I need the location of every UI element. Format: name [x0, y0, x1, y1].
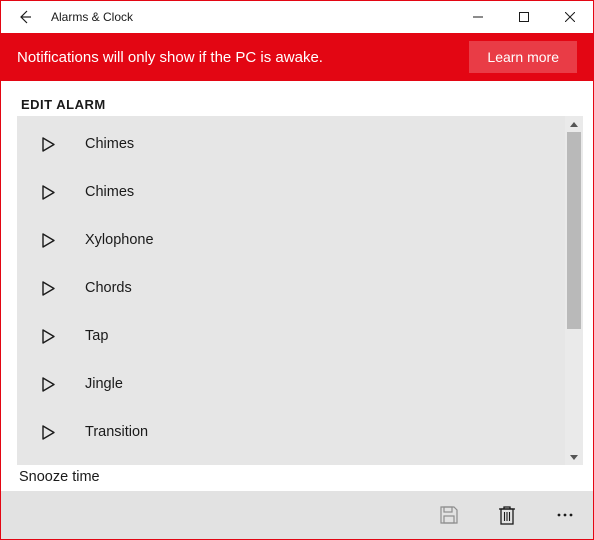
scroll-up-button[interactable]: [565, 116, 583, 132]
save-icon: [439, 505, 459, 525]
back-arrow-icon: [17, 9, 33, 25]
app-window: Alarms & Clock Notifications will only s…: [0, 0, 594, 540]
play-icon[interactable]: [39, 281, 57, 296]
chevron-down-icon: [570, 455, 578, 460]
sound-item-label: Jingle: [85, 376, 123, 392]
chevron-up-icon: [570, 122, 578, 127]
maximize-button[interactable]: [501, 1, 547, 33]
sound-item[interactable]: Chords: [17, 264, 565, 312]
scrollbar[interactable]: [565, 116, 583, 465]
back-button[interactable]: [1, 1, 49, 33]
app-title: Alarms & Clock: [49, 10, 455, 24]
play-icon[interactable]: [39, 185, 57, 200]
scroll-thumb[interactable]: [567, 132, 581, 329]
minimize-icon: [473, 12, 483, 22]
scroll-down-button[interactable]: [565, 449, 583, 465]
sound-item-label: Xylophone: [85, 232, 154, 248]
titlebar: Alarms & Clock: [1, 1, 593, 33]
window-controls: [455, 1, 593, 33]
snooze-time-label[interactable]: Snooze time: [17, 465, 583, 491]
sound-item[interactable]: Transition: [17, 408, 565, 456]
trash-icon: [498, 505, 516, 525]
sound-item-label: Chimes: [85, 136, 134, 152]
sound-item[interactable]: Chimes: [17, 168, 565, 216]
play-icon[interactable]: [39, 377, 57, 392]
sound-item[interactable]: Xylophone: [17, 216, 565, 264]
play-icon[interactable]: [39, 233, 57, 248]
close-icon: [565, 12, 575, 22]
sound-item-label: Transition: [85, 424, 148, 440]
sound-item[interactable]: Chimes: [17, 120, 565, 168]
more-button[interactable]: [543, 493, 587, 537]
play-icon[interactable]: [39, 329, 57, 344]
content-area: EDIT ALARM Chimes Chimes Xylophone Chords Ta…: [1, 81, 593, 491]
sound-item-label: Chords: [85, 280, 132, 296]
sound-item[interactable]: Tap: [17, 312, 565, 360]
maximize-icon: [519, 12, 529, 22]
notification-banner: Notifications will only show if the PC i…: [1, 33, 593, 81]
sound-item[interactable]: Jingle: [17, 360, 565, 408]
scroll-track[interactable]: [565, 132, 583, 449]
ellipsis-icon: [556, 512, 574, 518]
minimize-button[interactable]: [455, 1, 501, 33]
sound-item-label: Tap: [85, 328, 108, 344]
sound-item-label: Chimes: [85, 184, 134, 200]
close-button[interactable]: [547, 1, 593, 33]
play-icon[interactable]: [39, 425, 57, 440]
sound-list: Chimes Chimes Xylophone Chords Tap Jingle Tran…: [17, 116, 565, 465]
banner-message: Notifications will only show if the PC i…: [17, 49, 469, 66]
learn-more-button[interactable]: Learn more: [469, 41, 577, 73]
delete-button[interactable]: [485, 493, 529, 537]
play-icon[interactable]: [39, 137, 57, 152]
command-bar: [1, 491, 593, 539]
save-button[interactable]: [427, 493, 471, 537]
sound-list-panel: Chimes Chimes Xylophone Chords Tap Jingle Tran…: [17, 116, 583, 465]
edit-alarm-heading: EDIT ALARM: [17, 97, 583, 112]
